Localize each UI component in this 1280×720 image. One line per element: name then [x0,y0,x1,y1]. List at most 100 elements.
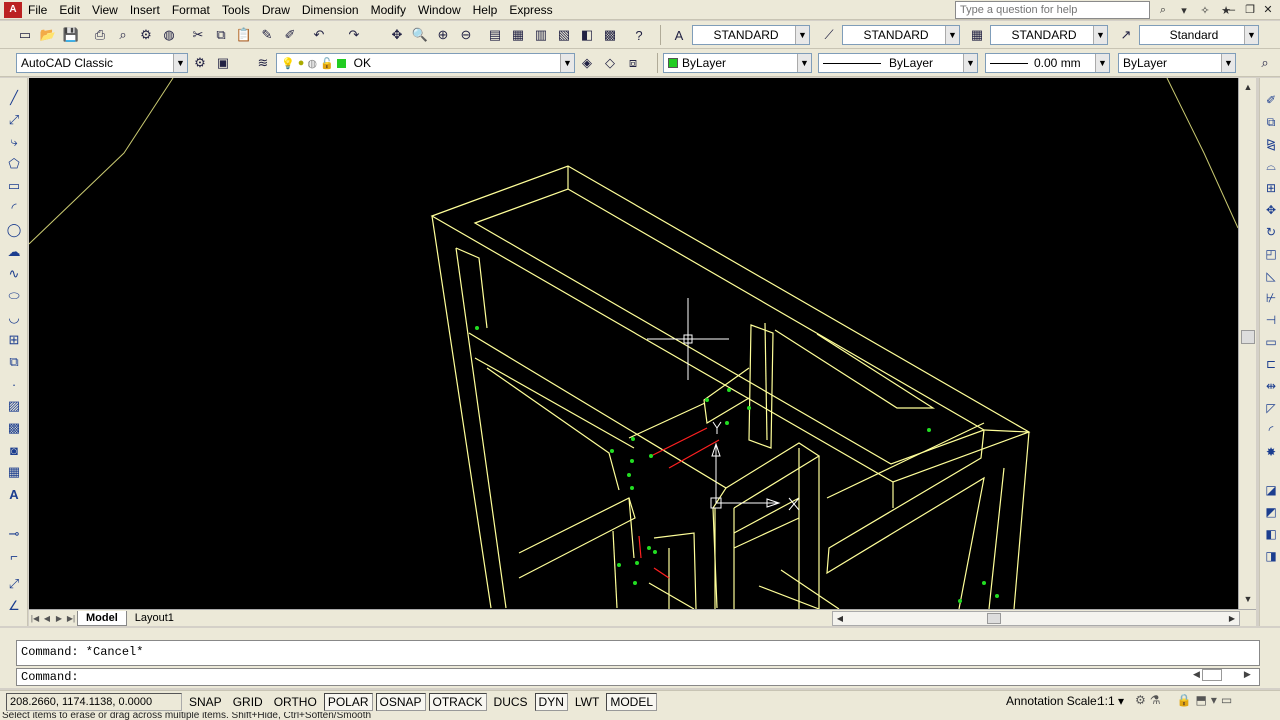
paste-icon[interactable]: 📋 [233,24,255,46]
scroll-right-icon[interactable]: ▶ [1225,612,1239,625]
text-style-icon[interactable]: A [668,24,690,46]
table-style-icon[interactable]: ▦ [966,24,988,46]
dimension-angular-icon[interactable]: ∠ [3,596,25,616]
properties-icon[interactable]: ▤ [484,24,506,46]
tab-layout1[interactable]: Layout1 [127,611,182,626]
horizontal-scrollbar[interactable]: ◀ ▶ [832,611,1240,626]
first-tab-icon[interactable]: |◀ [29,612,41,625]
annotation-scale-select[interactable]: 1:1 ▾ [1098,694,1124,708]
bring-above-icon[interactable]: ◧ [1261,524,1280,544]
menu-format[interactable]: Format [166,1,216,19]
construction-line-icon[interactable]: ⤢ [3,110,25,130]
close-icon[interactable]: ✕ [1260,2,1276,17]
lock-icon[interactable]: 🔓 [320,57,334,70]
new-file-icon[interactable]: ▭ [14,24,36,46]
chevron-down-icon[interactable]: ▼ [173,54,187,72]
chevron-down-icon[interactable]: ▼ [795,26,809,44]
sheet-set-icon[interactable]: ▧ [553,24,575,46]
mirror-icon[interactable]: ⧎ [1261,134,1280,154]
move-icon[interactable]: ✥ [1261,200,1280,220]
copy-icon[interactable]: ⧉ [210,24,232,46]
command-line-input[interactable]: Command: [16,668,1260,686]
vertical-scroll-thumb[interactable] [1241,330,1255,344]
join-icon[interactable]: ⇹ [1261,376,1280,396]
redo-icon[interactable]: ↷ [343,24,365,46]
menu-tools[interactable]: Tools [216,1,256,19]
toolbar-lock-icon[interactable]: 🔒 [1177,693,1192,707]
otrack-toggle[interactable]: OTRACK [428,692,487,711]
draw-order-front-icon[interactable]: ◪ [1261,480,1280,500]
ellipse-icon[interactable]: ⬭ [3,286,25,306]
table-icon[interactable]: ▦ [3,462,25,482]
insert-block-icon[interactable]: ⊞ [3,330,25,350]
coordinate-display[interactable]: 208.2660, 1174.1138, 0.0000 [6,692,182,711]
polygon-icon[interactable]: ⬠ [3,154,25,174]
dyn-toggle[interactable]: DYN [534,692,568,711]
menu-view[interactable]: View [86,1,124,19]
layer-previous-icon[interactable]: ◇ [599,52,621,74]
calculator-icon[interactable]: ▩ [599,24,621,46]
chamfer-icon[interactable]: ◸ [1261,398,1280,418]
binoculars-search-icon[interactable]: ⌕ [1154,1,1172,19]
zoom-previous-icon[interactable]: ⊖ [455,24,477,46]
multileader-style-select[interactable]: Standard ▼ [1139,25,1259,45]
copy-object-icon[interactable]: ⧉ [1261,112,1280,132]
minimize-icon[interactable]: – [1224,2,1240,17]
circle-icon[interactable]: ◯ [3,220,25,240]
arc-icon[interactable]: ◜ [3,198,25,218]
last-tab-icon[interactable]: ▶| [65,612,77,625]
menu-dimension[interactable]: Dimension [296,1,365,19]
status-menu-icon[interactable]: ▾ [1211,693,1217,707]
annotation-visibility-icon[interactable]: ⚙ [1135,693,1146,707]
model-space-canvas[interactable] [29,78,1238,609]
communication-center-icon[interactable]: ✧ [1196,1,1214,19]
chevron-down-icon[interactable]: ▼ [945,26,959,44]
stretch-icon[interactable]: ◺ [1261,266,1280,286]
chevron-down-icon[interactable]: ▼ [797,54,811,72]
scroll-left-icon[interactable]: ◀ [1193,669,1200,681]
scroll-down-icon[interactable]: ▼ [1240,591,1256,607]
pan-icon[interactable]: ✥ [386,24,408,46]
scroll-left-icon[interactable]: ◀ [833,612,847,625]
workspace-select[interactable]: AutoCAD Classic ▼ [16,53,188,73]
menu-draw[interactable]: Draw [256,1,296,19]
chevron-down-icon[interactable]: ▼ [560,54,574,72]
plotstyle-select[interactable]: ByLayer ▼ [1118,53,1236,73]
chevron-down-icon[interactable]: ▼ [963,54,977,72]
dimension-style-icon[interactable]: ⟋ [818,24,840,46]
multileader-style-icon[interactable]: ↗ [1115,24,1137,46]
markup-icon[interactable]: ◧ [576,24,598,46]
help-icon[interactable]: ? [628,24,650,46]
table-style-select[interactable]: STANDARD ▼ [990,25,1108,45]
cut-icon[interactable]: ✂ [187,24,209,46]
sun-freeze-icon[interactable]: ● [298,57,305,69]
ducs-toggle[interactable]: DUCS [490,693,532,711]
auto-scale-icon[interactable]: ⚗ [1150,693,1161,707]
ortho-toggle[interactable]: ORTHO [270,693,321,711]
menu-window[interactable]: Window [412,1,467,19]
horizontal-scroll-thumb[interactable] [987,613,1001,624]
dimension-aligned-icon[interactable]: ⌐ [3,546,25,566]
snap-toggle[interactable]: SNAP [185,693,226,711]
multiline-text-icon[interactable]: A [3,484,25,504]
workspace-tool-icon[interactable]: ▣ [212,52,234,74]
array-icon[interactable]: ⊞ [1261,178,1280,198]
fillet-icon[interactable]: ◜ [1261,420,1280,440]
break-at-point-icon[interactable]: ▭ [1261,332,1280,352]
dimension-style-select[interactable]: STANDARD ▼ [842,25,960,45]
menu-modify[interactable]: Modify [365,1,412,19]
make-current-layer-icon[interactable]: ◈ [576,52,598,74]
menu-edit[interactable]: Edit [53,1,86,19]
match-properties-icon[interactable]: ✎ [256,24,278,46]
text-style-select[interactable]: STANDARD ▼ [692,25,810,45]
lineweight-select[interactable]: 0.00 mm ▼ [985,53,1110,73]
offset-icon[interactable]: ⌓ [1261,156,1280,176]
status-tray-icon[interactable]: ⬒ [1195,693,1206,707]
layer-select[interactable]: 💡 ● ◍ 🔓 OK ▼ [276,53,575,73]
plot-preview-icon[interactable]: ⌕ [112,24,134,46]
zoom-window-icon[interactable]: ⊕ [432,24,454,46]
linetype-select[interactable]: ByLayer ▼ [818,53,978,73]
gradient-icon[interactable]: ▩ [3,418,25,438]
dropdown-icon[interactable]: ▾ [1175,1,1193,19]
help-search-input[interactable] [955,1,1150,19]
